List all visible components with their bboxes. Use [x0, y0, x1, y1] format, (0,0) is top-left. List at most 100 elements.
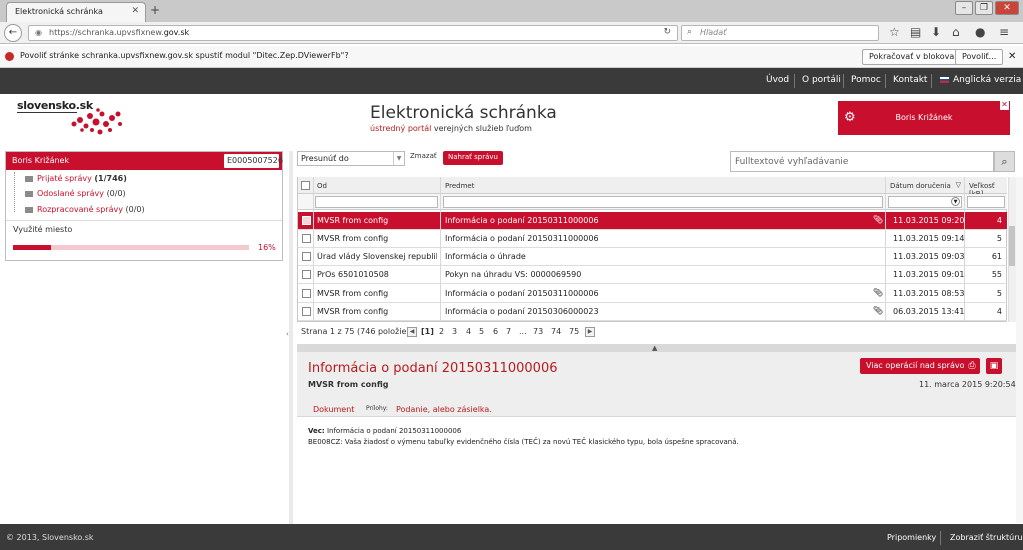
paperclip-icon: 📎︎ — [873, 288, 884, 297]
page-link[interactable]: 73 — [533, 327, 543, 336]
column-header-from[interactable]: Od — [313, 177, 440, 194]
menu-icon[interactable]: ≡ — [999, 25, 1009, 39]
table-row[interactable]: MVSR from config Informácia o podaní 201… — [298, 230, 1007, 248]
page-scrollbar[interactable] — [1016, 177, 1023, 523]
table-row[interactable]: MVSR from config Informácia o podaní 201… — [298, 285, 1007, 303]
folder-sent-count: (0/0) — [106, 189, 126, 198]
column-header-date[interactable]: Dátum doručenia ▽ — [886, 177, 964, 194]
reading-list-icon[interactable]: ▤ — [910, 25, 921, 39]
page-link[interactable]: 74 — [551, 327, 561, 336]
filter-date-input[interactable]: ▼ — [888, 196, 962, 208]
footer-separator — [940, 531, 941, 545]
collapse-left-icon[interactable]: ‹ — [286, 330, 289, 338]
row-subject: Informácia o podaní 20150311000006 — [445, 289, 599, 298]
move-to-select[interactable]: Presunúť do ▼ — [297, 151, 405, 166]
fulltext-search-input[interactable]: Fulltextové vyhľadávanie — [730, 151, 994, 172]
continue-blocking-button[interactable]: Pokračovať v blokovaní — [862, 49, 969, 65]
grid-scrollbar-thumb[interactable] — [1009, 226, 1015, 266]
app-subtitle-rest: verejných služieb ľuďom — [431, 124, 532, 133]
attachment-link[interactable]: Podanie, alebo zásielka. — [396, 405, 492, 414]
subject-label: Vec: — [308, 427, 325, 435]
column-divider — [964, 177, 965, 321]
browser-search-bar[interactable]: ⌕ Hľadať — [681, 25, 879, 41]
collapse-up-icon[interactable]: ▲ — [652, 344, 657, 352]
page-ellipsis: ... — [519, 327, 527, 336]
page-link[interactable]: 7 — [506, 327, 511, 336]
nav-separator — [794, 74, 795, 88]
move-to-label: Presunúť do — [301, 154, 349, 163]
table-row[interactable]: Úrad vlády Slovenskej republiky... Infor… — [298, 248, 1007, 266]
row-checkbox[interactable] — [302, 270, 311, 279]
delete-button[interactable]: Zmazať — [410, 152, 437, 160]
new-tab-icon[interactable]: + — [150, 3, 160, 17]
column-header-size[interactable]: Veľkosť [kB] — [965, 177, 1007, 198]
table-row[interactable]: MVSR from config Informácia o podaní 201… — [298, 212, 1007, 230]
folder-inbox[interactable]: Prijaté správy (1/746) — [25, 174, 127, 183]
message-sender: MVSR from config — [308, 380, 389, 389]
home-icon[interactable]: ⌂ — [952, 25, 960, 39]
divider — [6, 220, 282, 221]
allow-plugin-button[interactable]: Povoliť... — [955, 49, 1004, 65]
row-size: 61 — [991, 252, 1002, 261]
download-icon[interactable]: ⬇ — [931, 25, 941, 39]
page-link[interactable]: 75 — [569, 327, 579, 336]
close-tab-icon[interactable]: ✕ — [131, 6, 139, 16]
filter-from-input[interactable] — [315, 196, 438, 208]
close-notification-icon[interactable]: ✕ — [1008, 51, 1016, 62]
row-checkbox[interactable] — [302, 307, 311, 316]
bookmark-star-icon[interactable]: ☆ — [889, 25, 900, 39]
print-icon[interactable]: ⎙ — [964, 358, 980, 374]
row-subject: Informácia o podaní 20150311000006 — [445, 216, 599, 225]
upload-message-button[interactable]: Nahrať správu — [443, 151, 503, 165]
url-bar[interactable]: ◉ https://schranka.upvsfixnew.gov.sk ↻ — [28, 25, 678, 41]
more-operations-button[interactable]: Viac operácií nad správou — [860, 358, 976, 374]
footer-structure-link[interactable]: Zobraziť štruktúru — [950, 533, 1023, 542]
row-checkbox[interactable] — [302, 289, 311, 298]
save-icon[interactable]: ▣ — [986, 358, 1002, 374]
chevron-down-icon[interactable]: ▼ — [951, 197, 960, 206]
table-row[interactable]: PrOs 6501010508 Pokyn na úhradu VS: 0000… — [298, 266, 1007, 284]
folder-drafts[interactable]: Rozpracované správy (0/0) — [25, 205, 145, 214]
row-checkbox[interactable] — [302, 252, 311, 261]
prev-page-button[interactable]: ◀ — [407, 327, 417, 337]
row-subject: Pokyn na úhradu VS: 0000069590 — [445, 270, 582, 279]
nav-language[interactable]: Anglická verzia — [940, 75, 1021, 85]
nav-home[interactable]: Úvod — [766, 75, 789, 85]
restore-window-icon[interactable]: ❐ — [975, 1, 993, 15]
folder-icon — [25, 206, 33, 213]
nav-help[interactable]: Pomoc — [851, 75, 881, 85]
paperclip-icon: 📎︎ — [873, 215, 884, 224]
nav-about[interactable]: O portáli — [802, 75, 841, 85]
filter-size-input[interactable] — [967, 196, 1005, 208]
chat-icon[interactable]: ● — [975, 25, 985, 39]
url-domain: gov.sk — [163, 28, 190, 37]
reload-icon[interactable]: ↻ — [663, 27, 671, 37]
folder-sent[interactable]: Odoslané správy (0/0) — [25, 189, 126, 198]
browser-tab[interactable]: Elektronická schránka ✕ — [6, 2, 146, 22]
page-link[interactable]: [1] — [421, 327, 434, 336]
row-checkbox[interactable] — [302, 234, 311, 243]
next-page-button[interactable]: ▶ — [585, 327, 595, 337]
back-arrow-icon[interactable]: ← — [4, 24, 22, 42]
close-icon[interactable]: ✕ — [1000, 101, 1009, 110]
footer-feedback-link[interactable]: Pripomienky — [887, 533, 936, 542]
row-checkbox[interactable] — [302, 216, 311, 225]
minimize-window-icon[interactable]: – — [955, 1, 973, 15]
column-header-subject[interactable]: Predmet — [441, 177, 885, 194]
nav-contact[interactable]: Kontakt — [893, 75, 927, 85]
select-all-checkbox[interactable] — [301, 181, 310, 190]
row-size: 4 — [996, 216, 1002, 225]
filter-subject-input[interactable] — [443, 196, 883, 208]
close-window-icon[interactable]: ✕ — [995, 1, 1019, 15]
page-link[interactable]: 4 — [466, 327, 471, 336]
page-link[interactable]: 6 — [493, 327, 498, 336]
page-link[interactable]: 3 — [452, 327, 457, 336]
page-link[interactable]: 2 — [439, 327, 444, 336]
search-button[interactable]: ⌕ — [994, 151, 1015, 172]
page-link[interactable]: 5 — [479, 327, 484, 336]
panel-splitter[interactable] — [289, 151, 293, 524]
user-box[interactable]: ⚙ Boris Križánek ✕ — [838, 101, 1010, 135]
tab-document[interactable]: Dokument — [313, 405, 354, 414]
detail-splitter[interactable]: ▲ — [297, 344, 1019, 352]
table-row[interactable]: MVSR from config Informácia o podaní 201… — [298, 303, 1007, 321]
